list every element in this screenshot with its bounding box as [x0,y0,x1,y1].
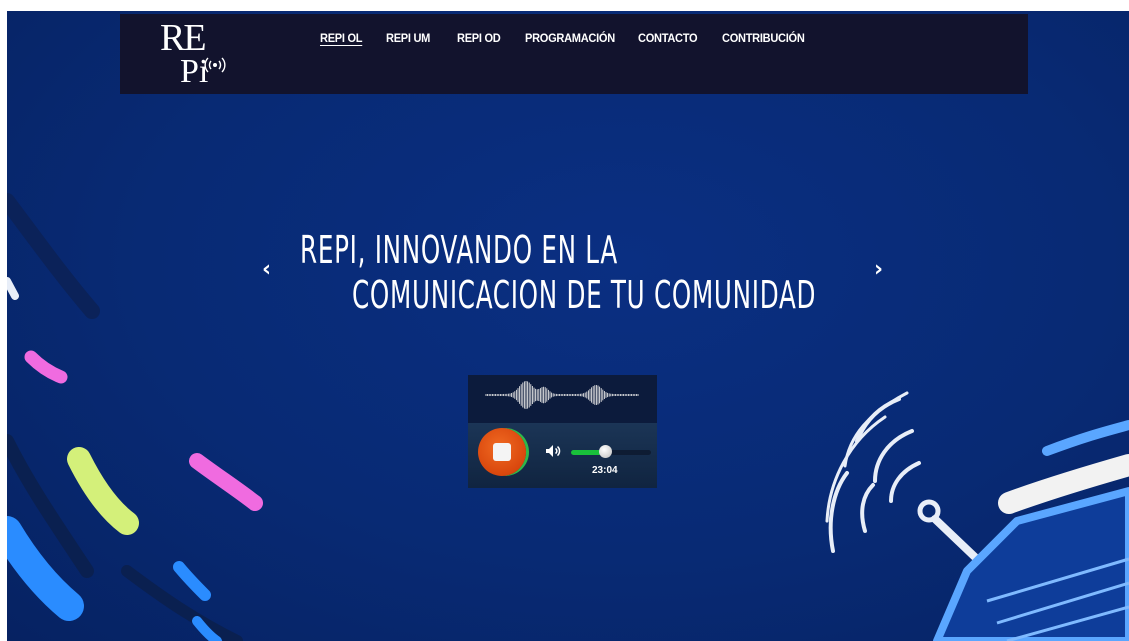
lime-brush-stroke [67,447,139,535]
volume-slider[interactable] [571,445,651,458]
headline-line-1: REPI, INNOVANDO EN LA [300,228,618,272]
pink-brush-stroke [24,350,68,384]
nav-item-contribucion[interactable]: CONTRIBUCIÓN [722,31,814,45]
nav-item-programacion[interactable]: PROGRAMACIÓN [525,31,629,45]
page: RE Pi REPI OL REPI UM REPI OD PROGRAMACI… [0,0,1129,641]
nav-item-repi-um[interactable]: REPI UM [386,31,451,45]
slider-next-arrow[interactable]: › [874,259,883,281]
logo-letters-top: RE [160,17,207,59]
blue-brush-stroke [173,561,211,601]
audio-player: 23:04 [468,375,657,488]
nav-item-contacto[interactable]: CONTACTO [638,31,715,45]
radio-illustration [825,391,981,563]
repi-logo[interactable]: RE Pi [160,18,232,92]
top-navbar: RE Pi REPI OL REPI UM REPI OD PROGRAMACI… [120,14,1028,94]
volume-icon[interactable] [545,444,561,458]
nav-item-repi-ol[interactable]: REPI OL [320,31,381,45]
dark-brush-stroke [121,565,243,641]
waveform-display [468,375,657,423]
nav-item-repi-od[interactable]: REPI OD [457,31,520,45]
stop-icon [493,443,511,461]
blue-brush-stroke [1042,420,1129,456]
player-controls: 23:04 [468,423,657,488]
dark-brush-stroke [7,193,100,319]
stop-button[interactable] [478,428,526,476]
hero-banner: RE Pi REPI OL REPI UM REPI OD PROGRAMACI… [7,11,1129,641]
headline-line-2: COMUNICACION DE TU COMUNIDAD [352,273,817,317]
pink-brush-stroke [189,453,263,511]
hero-artwork [7,193,1129,641]
waveform-icon [485,380,639,410]
radio-signal-icon [204,57,226,73]
volume-slider-handle[interactable] [598,445,612,458]
main-menu: REPI OL REPI UM REPI OD PROGRAMACIÓN CON… [320,31,822,45]
elapsed-time: 23:04 [592,465,618,476]
white-brush-stroke [7,277,19,300]
slider-prev-arrow[interactable]: ‹ [262,259,271,281]
